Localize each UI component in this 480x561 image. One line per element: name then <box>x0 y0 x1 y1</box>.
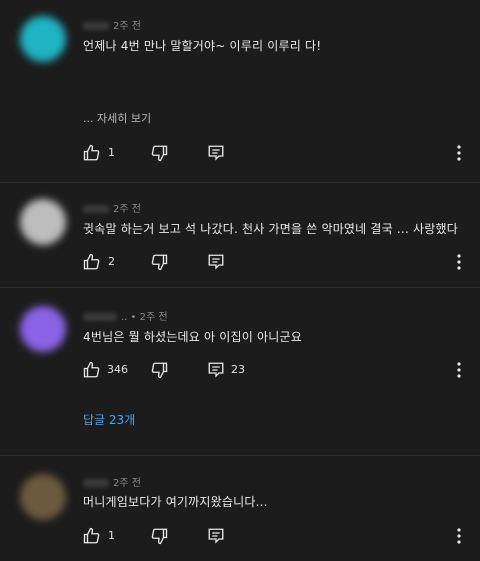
comment-actions: 1 <box>83 527 463 547</box>
comment-meta: 2주 전 <box>83 17 141 32</box>
reply-icon[interactable] <box>207 253 225 271</box>
like-icon[interactable] <box>83 527 101 545</box>
avatar[interactable] <box>20 16 66 62</box>
more-vert-icon[interactable] <box>455 253 463 271</box>
avatar[interactable] <box>20 306 66 352</box>
comment-item: .. • 2주 전 4번님은 뭘 하셨는데요 아 이집이 아니군요 346 23… <box>0 288 480 448</box>
comment-text: 언제나 4번 만나 말할거야~ 이루리 이루리 다! <box>83 39 322 53</box>
comment-meta: 2주 전 <box>83 474 141 489</box>
more-vert-icon[interactable] <box>455 361 463 379</box>
like-count: 1 <box>108 529 115 542</box>
dislike-icon[interactable] <box>150 527 168 545</box>
like-icon[interactable] <box>83 144 101 162</box>
avatar[interactable] <box>20 199 66 245</box>
like-count: 1 <box>108 146 115 159</box>
author-name[interactable] <box>83 313 117 321</box>
author-name[interactable] <box>83 479 109 487</box>
dislike-icon[interactable] <box>150 361 168 379</box>
reply-icon[interactable] <box>207 361 225 379</box>
avatar[interactable] <box>20 474 66 520</box>
reply-icon[interactable] <box>207 527 225 545</box>
author-name[interactable] <box>83 205 109 213</box>
comment-meta: 2주 전 <box>83 200 141 215</box>
like-count: 346 <box>107 363 128 376</box>
read-more-link[interactable]: ... 자세히 보기 <box>83 110 151 126</box>
comment-item: 2주 전 귓속말 하는거 보고 석 나갔다. 천사 가면을 쓴 악마였네 결국 … <box>0 183 480 283</box>
reply-icon[interactable] <box>207 144 225 162</box>
comment-time: 2주 전 <box>113 204 141 215</box>
comment-item: 2주 전 머니게임보다가 여기까지왔습니다... 1 <box>0 456 480 561</box>
like-icon[interactable] <box>83 361 101 379</box>
comment-actions: 2 <box>83 253 463 273</box>
comment-actions: 1 <box>83 144 463 164</box>
author-name-fragment: .. <box>121 312 128 323</box>
comment-text: 머니게임보다가 여기까지왔습니다... <box>83 495 268 509</box>
dislike-icon[interactable] <box>150 253 168 271</box>
like-count: 2 <box>108 255 115 268</box>
comment-time: 2주 전 <box>113 21 141 32</box>
dislike-icon[interactable] <box>150 144 168 162</box>
comment-time: 2주 전 <box>113 478 141 489</box>
comment-meta: .. • 2주 전 <box>83 308 168 323</box>
comment-text: 귓속말 하는거 보고 석 나갔다. 천사 가면을 쓴 악마였네 결국 ... 사… <box>83 222 458 236</box>
comment-time: 2주 전 <box>139 312 168 323</box>
view-replies-button[interactable]: 답글 23개 <box>83 411 135 428</box>
more-vert-icon[interactable] <box>455 527 463 545</box>
more-vert-icon[interactable] <box>455 144 463 162</box>
comment-item: 2주 전 언제나 4번 만나 말할거야~ 이루리 이루리 다! ... 자세히 … <box>0 0 480 180</box>
comment-actions: 346 23 <box>83 361 463 381</box>
reply-count: 23 <box>231 363 245 376</box>
author-name[interactable] <box>83 22 109 30</box>
comment-text: 4번님은 뭘 하셨는데요 아 이집이 아니군요 <box>83 330 302 344</box>
like-icon[interactable] <box>83 253 101 271</box>
